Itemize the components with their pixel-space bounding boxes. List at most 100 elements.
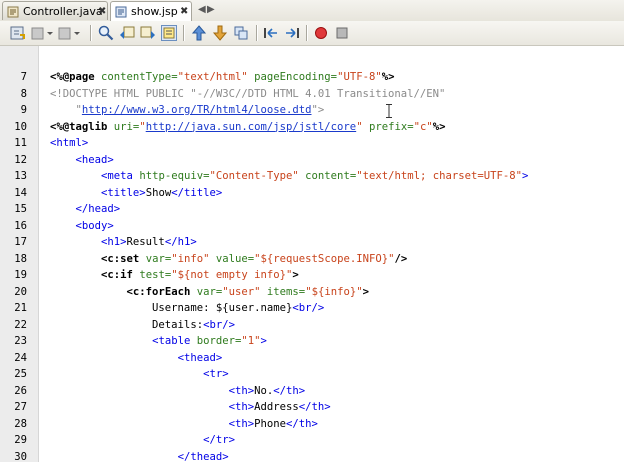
code-text: Username: ${user.name}<br/> (50, 300, 324, 317)
code-line[interactable]: 15 </head> (0, 201, 624, 218)
code-token: </th> (286, 418, 318, 430)
toggle-highlight-icon[interactable] (161, 25, 177, 41)
code-text: <%@taglib uri="http://java.sun.com/jsp/j… (50, 119, 446, 136)
code-token (50, 385, 229, 397)
code-line[interactable]: 9 "http://www.w3.org/TR/html4/loose.dtd"… (0, 102, 624, 119)
back-source-icon[interactable] (10, 25, 26, 41)
back-history-icon[interactable] (31, 25, 55, 41)
code-line[interactable]: 29 </tr> (0, 432, 624, 449)
code-line[interactable]: 18 <c:set var="info" value="${requestSco… (0, 251, 624, 268)
toggle-bookmark-icon[interactable] (233, 25, 249, 41)
code-line[interactable]: 16 <body> (0, 218, 624, 235)
line-number: 25 (0, 366, 27, 383)
code-token: "${not empty info}" (171, 269, 292, 281)
next-bookmark-icon[interactable] (212, 25, 228, 41)
code-token: <!DOCTYPE HTML PUBLIC "-//W3C//DTD HTML … (50, 88, 445, 100)
line-number: 20 (0, 284, 27, 301)
code-line[interactable]: 23 <table border="1"> (0, 333, 624, 350)
code-token: "Content-Type" (209, 170, 298, 182)
java-file-icon (7, 5, 19, 17)
code-text: </tr> (50, 432, 235, 449)
code-text: </head> (50, 201, 120, 218)
code-token: test= (139, 269, 171, 281)
code-line[interactable]: 25 <tr> (0, 366, 624, 383)
scroll-left-icon[interactable]: ◀ (198, 4, 207, 15)
find-previous-icon[interactable] (119, 25, 135, 41)
close-icon[interactable]: ✖ (98, 2, 106, 21)
code-token: "> (312, 104, 325, 116)
code-line[interactable]: 22 Details:<br/> (0, 317, 624, 334)
code-line[interactable]: 30 </thead> (0, 449, 624, 465)
code-text: <c:set var="info" value="${requestScope.… (50, 251, 407, 268)
code-line[interactable]: 21 Username: ${user.name}<br/> (0, 300, 624, 317)
code-text: Details:<br/> (50, 317, 235, 334)
code-token: <meta (101, 170, 139, 182)
code-line[interactable]: 8<!DOCTYPE HTML PUBLIC "-//W3C//DTD HTML… (0, 86, 624, 103)
code-line[interactable]: 10<%@taglib uri="http://java.sun.com/jsp… (0, 119, 624, 136)
shift-left-icon[interactable] (263, 25, 279, 41)
code-token: contentType= (101, 71, 178, 83)
previous-bookmark-icon[interactable] (191, 25, 207, 41)
tab-controller-java[interactable]: Controller.java ✖ (2, 1, 108, 20)
find-next-icon[interactable] (140, 25, 156, 41)
code-text: <meta http-equiv="Content-Type" content=… (50, 168, 528, 185)
code-token: "info" (171, 253, 209, 265)
line-number: 19 (0, 267, 27, 284)
code-line[interactable]: 27 <th>Address</th> (0, 399, 624, 416)
code-line[interactable]: 7<%@page contentType="text/html" pageEnc… (0, 69, 624, 86)
code-text: <c:if test="${not empty info}"> (50, 267, 299, 284)
code-token: > (363, 286, 369, 298)
code-token: </h1> (165, 236, 197, 248)
code-line[interactable]: 17 <h1>Result</h1> (0, 234, 624, 251)
code-editor[interactable]: 7<%@page contentType="text/html" pageEnc… (0, 46, 624, 462)
scroll-right-icon[interactable]: ▶ (207, 4, 216, 15)
code-line[interactable]: 20 <c:forEach var="user" items="${info}"… (0, 284, 624, 301)
code-line[interactable]: 12 <head> (0, 152, 624, 169)
code-text: "http://www.w3.org/TR/html4/loose.dtd"> (50, 102, 324, 119)
code-token (50, 220, 76, 232)
code-token: "UTF-8" (337, 71, 382, 83)
tab-label: show.jsp (131, 2, 178, 21)
code-token: <thead> (178, 352, 223, 364)
close-icon[interactable]: ✖ (180, 2, 188, 21)
forward-history-icon[interactable] (58, 25, 82, 41)
code-line[interactable]: 28 <th>Phone</th> (0, 416, 624, 433)
code-token: "${requestScope.INFO}" (254, 253, 394, 265)
code-token: http-equiv= (139, 170, 209, 182)
code-line[interactable]: 11<html> (0, 135, 624, 152)
stop-macro-icon[interactable] (334, 25, 350, 41)
code-line[interactable]: 19 <c:if test="${not empty info}"> (0, 267, 624, 284)
code-text: <h1>Result</h1> (50, 234, 197, 251)
code-text: </thead> (50, 449, 229, 465)
code-token: </title> (171, 187, 222, 199)
line-number: 26 (0, 383, 27, 400)
code-line[interactable]: 26 <th>No.</th> (0, 383, 624, 400)
code-token: <br/> (203, 319, 235, 331)
code-text: <%@page contentType="text/html" pageEnco… (50, 69, 394, 86)
code-token (50, 269, 101, 281)
line-number: 16 (0, 218, 27, 235)
shift-right-icon[interactable] (284, 25, 300, 41)
line-number: 17 (0, 234, 27, 251)
code-line[interactable]: 24 <thead> (0, 350, 624, 367)
code-token: </th> (273, 385, 305, 397)
code-token (50, 368, 203, 380)
code-token: </thead> (178, 451, 229, 463)
start-macro-icon[interactable] (313, 25, 329, 41)
code-line[interactable]: 14 <title>Show</title> (0, 185, 624, 202)
code-token: taglib (69, 121, 114, 133)
find-icon[interactable] (98, 25, 114, 41)
tab-show-jsp[interactable]: show.jsp ✖ (110, 1, 192, 22)
code-token: http://www.w3.org/TR/html4/loose.dtd (82, 104, 312, 116)
code-token: %> (382, 71, 395, 83)
line-number: 13 (0, 168, 27, 185)
code-text: <table border="1"> (50, 333, 267, 350)
code-token: <html> (50, 137, 88, 149)
code-token: var= (146, 253, 172, 265)
code-token (50, 418, 229, 430)
toolbar-separator (256, 25, 258, 41)
code-line[interactable]: 13 <meta http-equiv="Content-Type" conte… (0, 168, 624, 185)
code-token: var= (197, 286, 223, 298)
tab-label: Controller.java (23, 2, 103, 21)
code-token (50, 187, 101, 199)
